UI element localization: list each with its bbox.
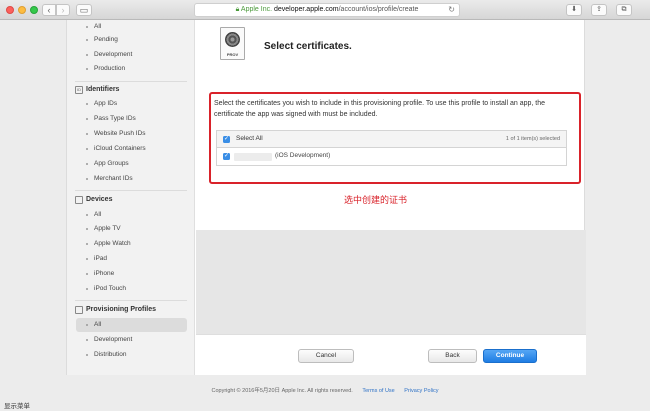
zoom-window-button[interactable] [30,6,38,14]
device-icon [75,196,83,204]
copyright-footer: Copyright © 2016年5月20日 Apple Inc. All ri… [0,386,650,394]
sidebar-item-ipod-touch[interactable]: iPod Touch [76,282,187,296]
lock-icon: 🔒︎ [235,6,240,13]
certificate-checkbox[interactable]: ✓ [223,153,230,160]
certificate-type: (iOS Development) [275,152,331,159]
page-title: Select certificates. [264,41,352,52]
sidebar-heading-label: Provisioning Profiles [86,306,157,313]
select-all-checkbox[interactable]: ✓ [223,136,230,143]
chevron-left-icon: ‹ [47,5,51,15]
sidebar-item-icloud-containers[interactable]: iCloud Containers [76,142,187,156]
show-tabs-button[interactable]: ⧉ [616,4,632,16]
gear-icon [225,32,240,47]
terms-of-use-link[interactable]: Terms of Use [362,388,394,394]
continue-button[interactable]: Continue [483,349,537,363]
sidebar-icon: ▭ [79,5,89,15]
url-company: Apple Inc. [240,6,273,13]
tabs-icon: ⧉ [621,6,627,13]
close-window-button[interactable] [6,6,14,14]
annotation-text: 选中创建的证书 [344,196,408,206]
sidebar-item-website-push-ids[interactable]: Website Push IDs [76,127,187,141]
url-host: developer.apple.com [274,6,339,13]
share-icon: ⇪ [596,6,602,13]
privacy-policy-link[interactable]: Privacy Policy [404,388,438,394]
certificate-table: ✓ Select All 1 of 1 item(s) selected ✓ (… [216,130,567,166]
sidebar-item-apple-tv[interactable]: Apple TV [76,222,187,236]
sidebar-item-profiles-development[interactable]: Development [76,333,187,347]
sidebar-item-app-groups[interactable]: App Groups [76,157,187,171]
sidebar-item-ipad[interactable]: iPad [76,252,187,266]
sidebar: All Pending Development Production ID Ide… [67,20,195,375]
sidebar-divider [75,190,187,191]
back-button-form[interactable]: Back [428,349,477,363]
id-icon: ID [75,86,83,94]
page: All Pending Development Production ID Ide… [66,20,586,375]
selection-count: 1 of 1 item(s) selected [505,136,560,142]
sidebar-heading-provisioning-profiles: Provisioning Profiles [75,303,156,317]
chevron-right-icon: › [61,5,65,15]
profile-icon [75,306,83,314]
intro-text: Select the certificates you wish to incl… [214,100,545,118]
sidebar-item-profiles-all[interactable]: All [76,318,187,332]
certificate-table-header: ✓ Select All 1 of 1 item(s) selected [217,131,566,148]
sidebar-item-certificates-all[interactable]: All [76,20,187,34]
minimize-window-button[interactable] [18,6,26,14]
sidebar-divider [75,81,187,82]
redacted-certificate-name [234,153,272,161]
sidebar-item-pass-type-ids[interactable]: Pass Type IDs [76,112,187,126]
sidebar-item-apple-watch[interactable]: Apple Watch [76,237,187,251]
sidebar-item-certificates-production[interactable]: Production [76,62,187,76]
sidebar-item-app-ids[interactable]: App IDs [76,97,187,111]
downloads-button[interactable]: ⬇ [566,4,582,16]
sidebar-item-devices-all[interactable]: All [76,208,187,222]
url-path: /account/ios/profile/create [338,6,419,13]
forward-button[interactable]: › [56,4,70,16]
main-content: PROV Select certificates. Select the cer… [196,20,586,375]
sidebar-divider [75,300,187,301]
download-icon: ⬇ [571,6,577,13]
sidebar-item-certificates-pending[interactable]: Pending [76,33,187,47]
provisioning-profile-icon: PROV [220,27,245,60]
share-button[interactable]: ⇪ [591,4,607,16]
reload-icon[interactable]: ↻ [448,4,455,16]
sidebar-item-merchant-ids[interactable]: Merchant IDs [76,172,187,186]
back-button[interactable]: ‹ [42,4,56,16]
prov-icon-label: PROV [226,52,239,57]
address-bar[interactable]: 🔒︎ Apple Inc. developer.apple.com/accoun… [194,3,460,17]
cancel-button[interactable]: Cancel [298,349,354,363]
sidebar-item-profiles-distribution[interactable]: Distribution [76,348,187,362]
select-all-label[interactable]: Select All [236,135,263,142]
sidebar-toggle-button[interactable]: ▭ [76,4,92,16]
status-bar-text: 显示菜单 [4,402,30,410]
browser-toolbar: ‹ › ▭ 🔒︎ Apple Inc. developer.apple.com/… [0,0,650,20]
sidebar-item-iphone[interactable]: iPhone [76,267,187,281]
sidebar-item-certificates-development[interactable]: Development [76,48,187,62]
content-grey-area [196,230,586,334]
sidebar-heading-identifiers: ID Identifiers [75,83,119,97]
table-row[interactable]: ✓ (iOS Development) [217,148,566,166]
copyright-text: Copyright © 2016年5月20日 Apple Inc. All ri… [211,388,353,394]
sidebar-heading-label: Identifiers [86,86,120,93]
sidebar-heading-label: Devices [86,196,113,203]
sidebar-heading-devices: Devices [75,193,112,207]
